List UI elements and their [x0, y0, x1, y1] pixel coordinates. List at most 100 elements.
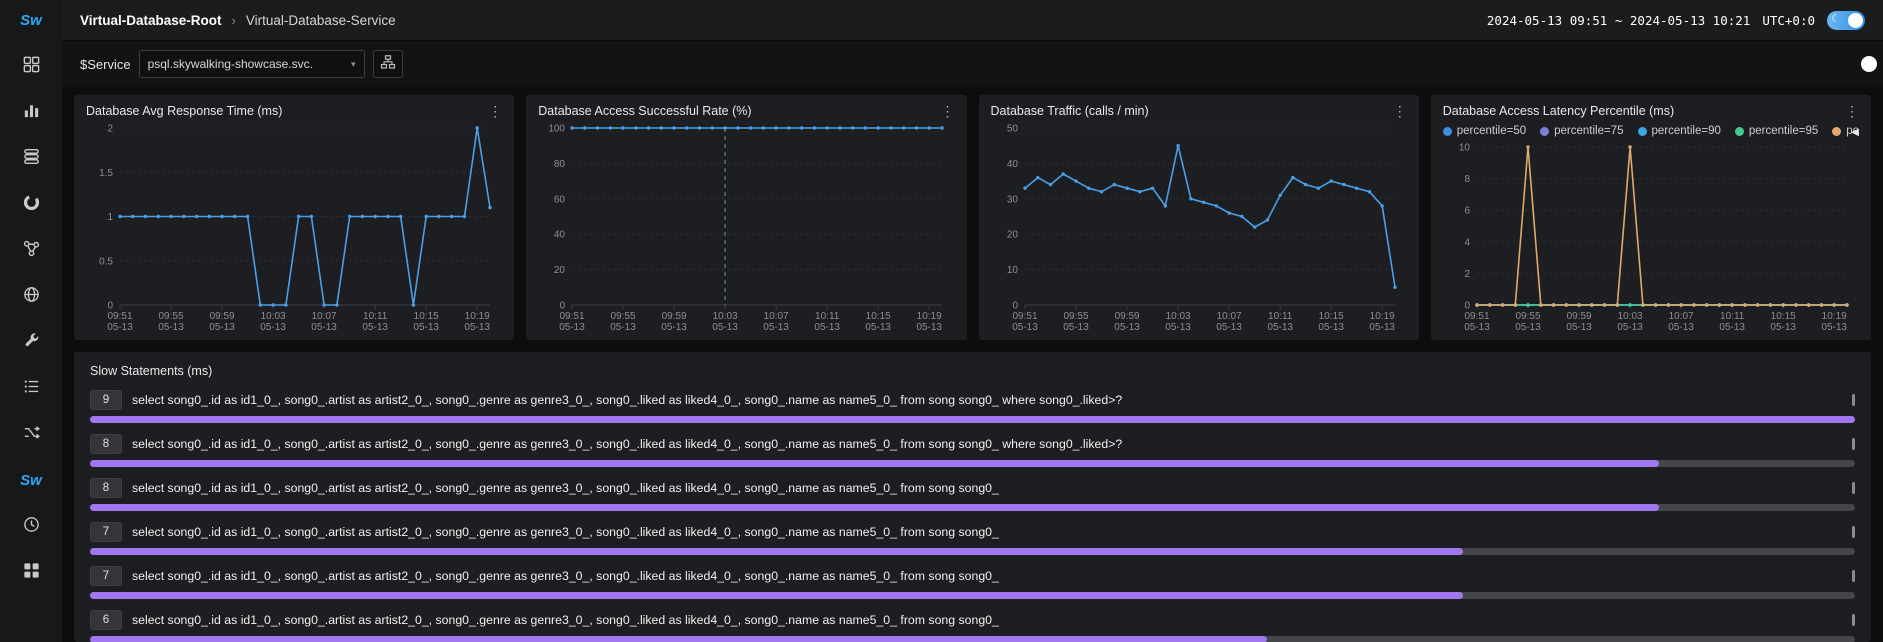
slow-statement-row[interactable]: 7select song0_.id as id1_0_, song0_.arti…	[90, 522, 1855, 555]
chart-menu-icon[interactable]: ⋮	[488, 104, 502, 118]
latency-bar-fill	[90, 504, 1659, 511]
chart-svg: 00.511.5209:5105-1309:5505-1309:5905-131…	[86, 118, 502, 335]
svg-text:05-13: 05-13	[260, 322, 286, 333]
sidebar-item-general-service[interactable]	[20, 102, 42, 124]
svg-text:05-13: 05-13	[1165, 322, 1191, 333]
svg-text:05-13: 05-13	[917, 322, 943, 333]
svg-text:05-13: 05-13	[158, 322, 184, 333]
row-scrollbar[interactable]	[1852, 570, 1855, 582]
svg-text:0: 0	[1464, 301, 1470, 312]
latency-bar-fill	[90, 592, 1463, 599]
sidebar-item-settings[interactable]	[20, 562, 42, 584]
svg-text:40: 40	[1006, 159, 1018, 170]
sidebar-item-alerting[interactable]	[20, 516, 42, 538]
chart-canvas[interactable]: 00.511.5209:5105-1309:5505-1309:5905-131…	[86, 118, 502, 335]
sidebar-item-profiles[interactable]	[20, 424, 42, 446]
sql-text: select song0_.id as id1_0_, song0_.artis…	[132, 569, 1842, 583]
svg-text:05-13: 05-13	[559, 322, 585, 333]
topology-button[interactable]	[373, 50, 403, 78]
svg-text:09:59: 09:59	[1114, 311, 1139, 322]
sidebar-item-functions[interactable]	[20, 240, 42, 262]
chart-menu-icon[interactable]: ⋮	[1845, 104, 1859, 118]
latency-bar-track	[90, 548, 1855, 555]
settings-icon	[22, 561, 41, 585]
svg-text:09:59: 09:59	[662, 311, 687, 322]
svg-text:0.5: 0.5	[99, 256, 113, 267]
svg-text:60: 60	[554, 194, 566, 205]
app-root: SwSw Virtual-Database-Root › Virtual-Dat…	[0, 0, 1883, 642]
sidebar-item-browser[interactable]	[20, 286, 42, 308]
chart-svg: 0102030405009:5105-1309:5505-1309:5905-1…	[991, 118, 1407, 335]
alerting-icon	[22, 515, 41, 539]
legend-item[interactable]: percentile=90	[1638, 125, 1721, 137]
latency-bar-track	[90, 504, 1855, 511]
profiles-icon	[22, 423, 41, 447]
row-scrollbar[interactable]	[1852, 526, 1855, 538]
svg-text:05-13: 05-13	[815, 322, 841, 333]
breadcrumb-root[interactable]: Virtual-Database-Root	[80, 13, 222, 28]
theme-toggle[interactable]: ☾	[1827, 11, 1865, 30]
slow-statement-row[interactable]: 8select song0_.id as id1_0_, song0_.arti…	[90, 478, 1855, 511]
svg-text:10:19: 10:19	[1369, 311, 1394, 322]
charts-row: Database Avg Response Time (ms)⋮00.511.5…	[74, 95, 1871, 340]
chart-menu-icon[interactable]: ⋮	[941, 104, 955, 118]
breadcrumb-current[interactable]: Virtual-Database-Service	[246, 13, 396, 28]
slow-statement-row[interactable]: 6select song0_.id as id1_0_, song0_.arti…	[90, 610, 1855, 642]
dashboard-content: Database Avg Response Time (ms)⋮00.511.5…	[62, 87, 1883, 642]
browser-icon	[22, 285, 41, 309]
svg-text:05-13: 05-13	[610, 322, 636, 333]
sidebar-item-service-mesh[interactable]	[20, 194, 42, 216]
legend-dot-icon	[1735, 127, 1744, 136]
sidebar-item-logs[interactable]	[20, 378, 42, 400]
sidebar-item-database[interactable]	[20, 148, 42, 170]
slow-statement-row[interactable]: 8select song0_.id as id1_0_, song0_.arti…	[90, 434, 1855, 467]
service-select[interactable]: psql.skywalking-showcase.svc. ▾	[139, 50, 365, 78]
svg-text:1: 1	[107, 212, 113, 223]
time-range-text[interactable]: 2024-05-13 09:51 ~ 2024-05-13 10:21	[1487, 13, 1750, 28]
chart-menu-icon[interactable]: ⋮	[1393, 104, 1407, 118]
svg-text:05-13: 05-13	[413, 322, 439, 333]
legend-item[interactable]: percentile=75	[1540, 125, 1623, 137]
svg-text:05-13: 05-13	[1216, 322, 1242, 333]
legend-dot-icon	[1832, 127, 1841, 136]
chart-title: Database Traffic (calls / min)	[991, 104, 1149, 118]
legend-item[interactable]: percentile=50	[1443, 125, 1526, 137]
chart-canvas[interactable]: 0102030405009:5105-1309:5505-1309:5905-1…	[991, 118, 1407, 335]
svg-text:20: 20	[554, 265, 566, 276]
svg-text:30: 30	[1006, 194, 1018, 205]
svg-text:09:55: 09:55	[158, 311, 183, 322]
slow-statement-row[interactable]: 7select song0_.id as id1_0_, song0_.arti…	[90, 566, 1855, 599]
sidebar-item-virtual-database[interactable]: Sw	[20, 470, 42, 492]
legend-item[interactable]: percentile=95	[1735, 125, 1818, 137]
svg-text:05-13: 05-13	[362, 322, 388, 333]
row-scrollbar[interactable]	[1852, 438, 1855, 450]
svg-text:10: 10	[1459, 143, 1471, 154]
svg-text:10:11: 10:11	[1720, 311, 1745, 322]
svg-text:10:15: 10:15	[866, 311, 891, 322]
slow-statement-row[interactable]: 9select song0_.id as id1_0_, song0_.arti…	[90, 390, 1855, 423]
sidebar-item-skywalking-logo[interactable]: Sw	[20, 10, 42, 32]
chart-legend: percentile=50 percentile=75 percentile=90 p…	[1443, 125, 1859, 137]
timezone-text: UTC+0:0	[1762, 13, 1815, 28]
row-scrollbar[interactable]	[1852, 482, 1855, 494]
svg-text:05-13: 05-13	[107, 322, 133, 333]
svg-text:05-13: 05-13	[662, 322, 688, 333]
sql-text: select song0_.id as id1_0_, song0_.artis…	[132, 437, 1842, 451]
service-mesh-icon	[22, 193, 41, 217]
latency-bar-fill	[90, 548, 1463, 555]
svg-text:05-13: 05-13	[1719, 322, 1745, 333]
svg-text:05-13: 05-13	[1566, 322, 1592, 333]
functions-icon	[22, 239, 41, 263]
svg-text:100: 100	[549, 124, 566, 135]
latency-badge: 6	[90, 610, 122, 630]
row-scrollbar[interactable]	[1852, 394, 1855, 406]
sidebar-item-marketplace[interactable]	[20, 56, 42, 78]
chart-canvas[interactable]: 024681009:5105-1309:5505-1309:5905-1310:…	[1443, 137, 1859, 335]
sidebar-item-self-observability[interactable]	[20, 332, 42, 354]
floating-action-button[interactable]	[1861, 56, 1877, 72]
virtual-database-icon: Sw	[20, 472, 42, 490]
row-scrollbar[interactable]	[1852, 614, 1855, 626]
chart-canvas[interactable]: 02040608010009:5105-1309:5505-1309:5905-…	[538, 118, 954, 335]
legend-prev-icon[interactable]: ◀	[1851, 127, 1859, 137]
svg-text:80: 80	[554, 159, 566, 170]
